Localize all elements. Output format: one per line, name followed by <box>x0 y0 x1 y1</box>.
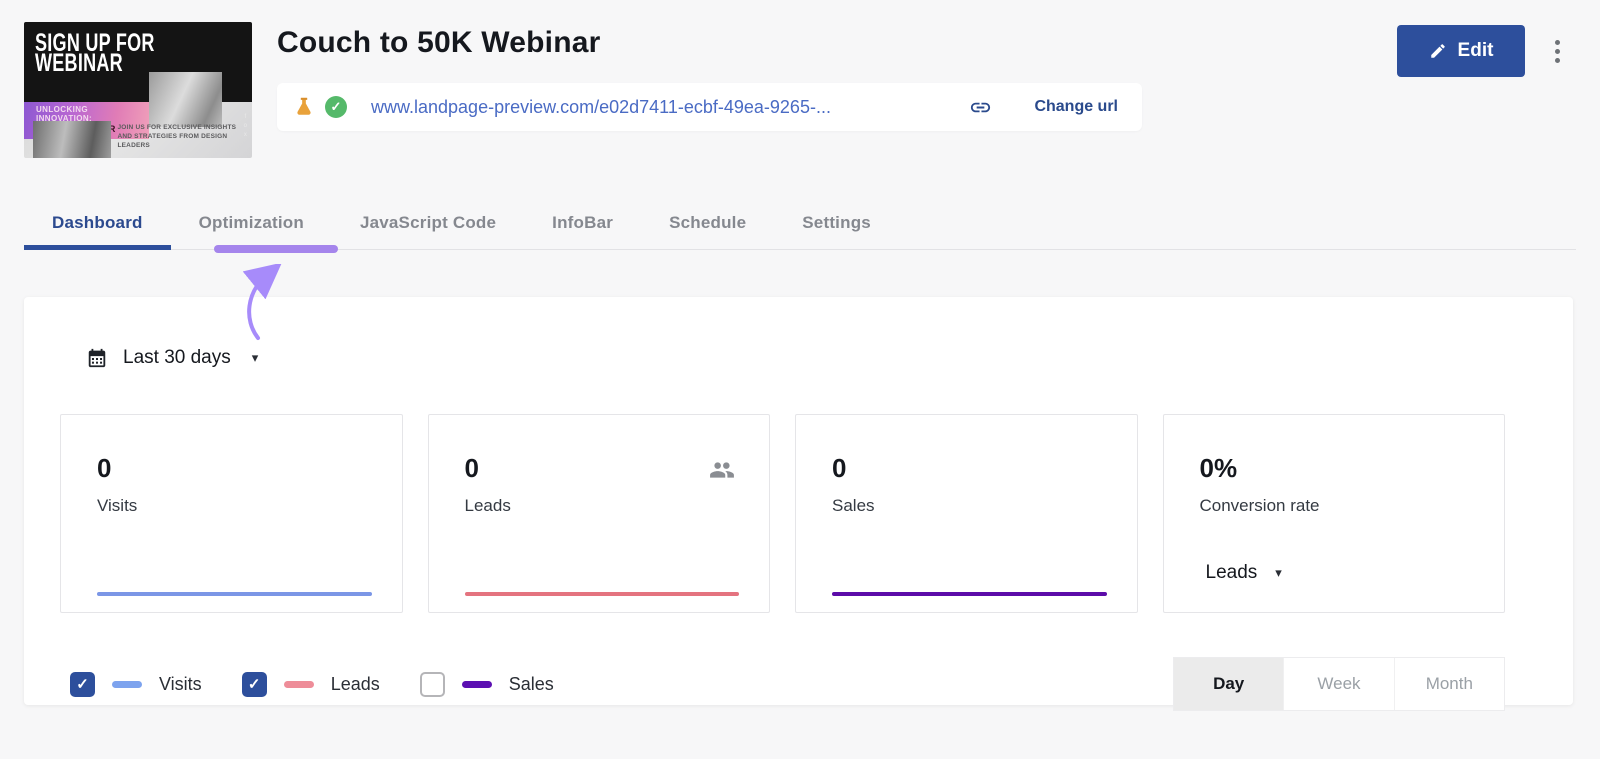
leads-checkbox[interactable]: ✓ <box>241 671 267 697</box>
leads-legend-label: Leads <box>330 673 380 694</box>
granularity-month[interactable]: Month <box>1393 658 1504 710</box>
flask-icon <box>297 97 311 115</box>
facebook-icon: f <box>244 114 247 121</box>
legend-item-sales: Sales <box>419 671 554 697</box>
calendar-icon <box>88 348 106 368</box>
conversion-value: 0% <box>1199 453 1238 483</box>
header-actions: Edit <box>1397 22 1566 158</box>
visits-series-swatch <box>112 680 142 688</box>
visits-value: 0 <box>97 453 112 483</box>
caret-down-icon: ▾ <box>251 350 259 365</box>
instagram-icon: o <box>243 123 247 130</box>
granularity-day[interactable]: Day <box>1174 658 1284 710</box>
stat-card-sales: 0 Sales <box>795 414 1138 613</box>
page-title: Couch to 50K Webinar <box>277 26 601 59</box>
thumbnail-photo-group <box>33 121 111 158</box>
stat-card-leads: 0 Leads <box>427 414 770 613</box>
url-bar: ✓ www.landpage-preview.com/e02d7411-ecbf… <box>277 83 1142 131</box>
tab-bar: Dashboard Optimization JavaScript Code I… <box>24 213 1576 253</box>
legend-item-leads: ✓ Leads <box>241 671 380 697</box>
tab-javascript-code[interactable]: JavaScript Code <box>332 213 524 249</box>
sales-series-swatch <box>461 680 492 688</box>
tab-infobar[interactable]: InfoBar <box>524 213 641 249</box>
caret-down-icon: ▾ <box>1275 565 1282 580</box>
dashboard-panel: Last 30 days ▾ 0 Visits 0 Leads 0 Sales … <box>24 297 1573 711</box>
change-url-button[interactable]: Change url <box>1034 98 1118 116</box>
legend-and-granularity-row: ✓ Visits ✓ Leads Sales Day Week Month <box>70 657 1505 711</box>
edit-button[interactable]: Edit <box>1397 25 1525 77</box>
series-legend: ✓ Visits ✓ Leads Sales <box>70 671 554 697</box>
tab-settings[interactable]: Settings <box>774 213 899 249</box>
leads-sparkline <box>464 592 739 596</box>
stats-row: 0 Visits 0 Leads 0 Sales 0% Conversion r… <box>60 414 1505 613</box>
kebab-dot <box>1555 57 1560 63</box>
x-icon: x <box>243 132 247 139</box>
sales-checkbox[interactable] <box>419 671 445 697</box>
stat-card-conversion-rate: 0% Conversion rate Leads ▾ <box>1162 414 1505 613</box>
tab-optimization[interactable]: Optimization <box>171 213 332 249</box>
visits-checkbox[interactable]: ✓ <box>70 671 95 697</box>
header-main: Couch to 50K Webinar ✓ www.landpage-prev… <box>277 22 1372 158</box>
visits-label: Visits <box>97 496 138 515</box>
thumbnail-photo-woman <box>149 72 223 127</box>
pencil-icon <box>1430 44 1445 58</box>
granularity-week[interactable]: Week <box>1283 658 1394 710</box>
date-range-selector[interactable]: Last 30 days ▾ <box>86 347 258 369</box>
thumbnail-sub1: UNLOCKING <box>36 105 89 115</box>
granularity-toggle: Day Week Month <box>1173 657 1505 711</box>
tab-dashboard[interactable]: Dashboard <box>24 213 171 250</box>
sales-sparkline <box>832 592 1107 596</box>
url-actions: Change url <box>969 96 1118 119</box>
date-range-label: Last 30 days <box>123 347 231 368</box>
thumbnail-caption: JOIN US FOR EXCLUSIVE INSIGHTS AND STRAT… <box>117 123 237 149</box>
edit-button-label: Edit <box>1457 40 1494 61</box>
leads-series-swatch <box>283 680 314 688</box>
leads-label: Leads <box>464 496 511 515</box>
copy-link-icon[interactable] <box>969 96 992 119</box>
kebab-menu-button[interactable] <box>1549 25 1566 77</box>
header: SIGN UP FOR WEBINAR f o x UNLOCKING INNO… <box>0 0 1600 158</box>
webinar-thumbnail: SIGN UP FOR WEBINAR f o x UNLOCKING INNO… <box>24 22 252 158</box>
kebab-dot <box>1555 39 1560 45</box>
kebab-dot <box>1555 48 1560 54</box>
leads-value: 0 <box>464 453 479 483</box>
thumbnail-social-icons: f o x <box>244 114 247 138</box>
conversion-label: Conversion rate <box>1199 496 1320 515</box>
people-icon <box>710 462 734 478</box>
conversion-metric-selector[interactable]: Leads ▾ <box>1206 562 1282 584</box>
stat-card-visits: 0 Visits <box>60 414 403 613</box>
sales-legend-label: Sales <box>508 673 554 694</box>
verified-icon: ✓ <box>325 96 347 118</box>
visits-legend-label: Visits <box>159 673 202 694</box>
preview-url-link[interactable]: www.landpage-preview.com/e02d7411-ecbf-4… <box>371 97 831 118</box>
sales-label: Sales <box>832 496 875 515</box>
sales-value: 0 <box>832 453 847 483</box>
tab-schedule[interactable]: Schedule <box>641 213 774 249</box>
conversion-metric-label: Leads <box>1205 562 1258 583</box>
legend-item-visits: ✓ Visits <box>70 671 202 697</box>
visits-sparkline <box>97 592 372 596</box>
